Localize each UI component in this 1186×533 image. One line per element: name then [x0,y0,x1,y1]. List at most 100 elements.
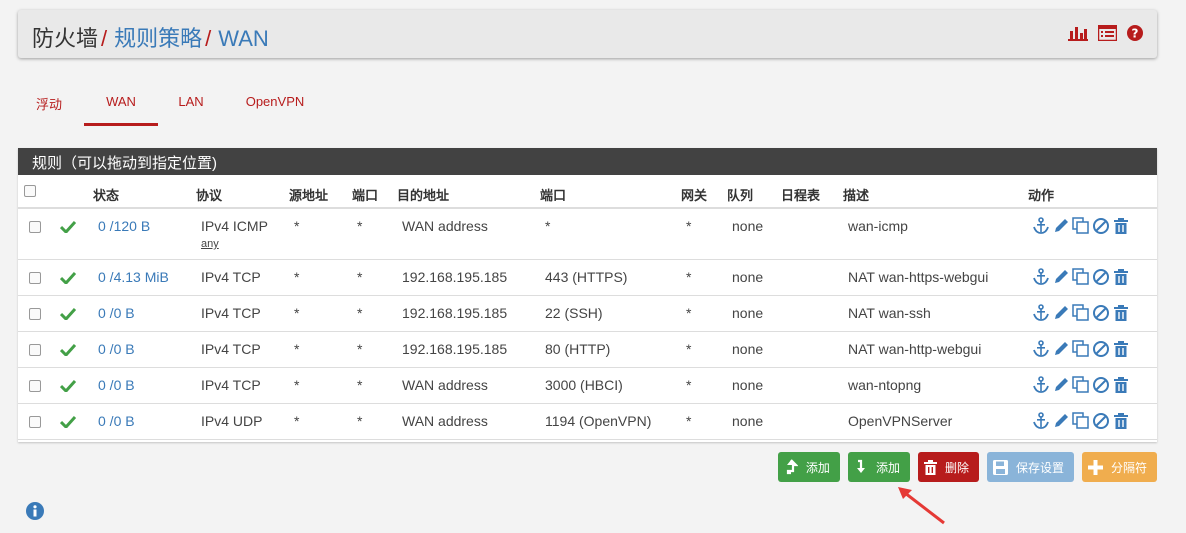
rule-source-port: * [357,413,363,429]
rule-source: * [294,269,300,285]
pass-check-icon[interactable] [60,307,76,320]
rule-states[interactable]: 0 /0 B [98,413,135,429]
breadcrumb-wan-link[interactable]: WAN [218,26,269,51]
anchor-icon[interactable] [1032,304,1050,322]
pencil-icon[interactable] [1052,412,1070,430]
copy-icon[interactable] [1072,412,1090,430]
help-circle-icon[interactable]: ? [1127,25,1143,41]
disable-icon[interactable] [1092,268,1110,286]
copy-icon[interactable] [1072,340,1090,358]
trash-icon[interactable] [1112,268,1130,286]
pass-check-icon[interactable] [60,271,76,284]
rule-source: * [294,218,300,234]
anchor-icon[interactable] [1032,340,1050,358]
trash-icon[interactable] [1112,340,1130,358]
disable-icon[interactable] [1092,340,1110,358]
rule-states[interactable]: 0 /4.13 MiB [98,269,169,285]
table-row[interactable]: 0 /0 B IPv4 UDP * * WAN address 1194 (OpenVPN… [18,404,1157,440]
table-row[interactable]: 0 /0 B IPv4 TCP * * 192.168.195.185 22 (SSH) *… [18,296,1157,332]
rule-states[interactable]: 0 /0 B [98,305,135,321]
rule-queue: none [732,413,764,429]
info-icon[interactable] [26,502,44,520]
bar-chart-icon[interactable] [1068,25,1088,41]
copy-icon[interactable] [1072,268,1090,286]
select-all-checkbox[interactable] [24,185,36,197]
tab-openvpn[interactable]: OpenVPN [224,86,326,126]
pencil-icon[interactable] [1052,268,1070,286]
pencil-icon[interactable] [1052,217,1070,235]
anchor-icon[interactable] [1032,376,1050,394]
pass-check-icon[interactable] [60,220,76,233]
rule-destination: WAN address [402,377,488,393]
arrow-down-icon [856,459,865,473]
row-select-checkbox[interactable] [29,272,41,284]
pencil-icon[interactable] [1052,376,1070,394]
table-row[interactable]: 0 /120 B IPv4 ICMP * * WAN address * * none wan-… [18,209,1157,260]
rule-states[interactable]: 0 /120 B [98,218,150,234]
pass-check-icon[interactable] [60,415,76,428]
floppy-disk-icon [992,459,1008,475]
delete-button[interactable]: 删除 [917,452,979,482]
copy-icon[interactable] [1072,217,1090,235]
add-rule-bottom-button[interactable]: 添加 [847,452,910,482]
pencil-icon[interactable] [1052,304,1070,322]
table-row[interactable]: 0 /0 B IPv4 TCP * * WAN address 3000 (HBCI) * n… [18,368,1157,404]
add-separator-button[interactable]: 分隔符 [1081,452,1157,482]
row-actions [1032,376,1130,394]
rule-protocol: IPv4 TCP [201,305,261,321]
save-button[interactable]: 保存设置 [986,452,1074,482]
row-select-checkbox[interactable] [29,221,41,233]
disable-icon[interactable] [1092,217,1110,235]
rule-gateway: * [686,341,692,357]
row-select-checkbox[interactable] [29,416,41,428]
trash-icon[interactable] [1112,304,1130,322]
rule-gateway: * [686,305,692,321]
list-table-icon[interactable] [1098,25,1117,41]
tab-wan[interactable]: WAN [84,86,158,126]
rule-protocol: IPv4 TCP [201,269,261,285]
anchor-icon[interactable] [1032,412,1050,430]
row-select-checkbox[interactable] [29,380,41,392]
row-actions [1032,340,1130,358]
anchor-icon[interactable] [1032,217,1050,235]
rule-description: wan-ntopng [848,377,922,393]
rule-states[interactable]: 0 /0 B [98,377,135,393]
table-header: 状态 协议 源地址 端口 目的地址 端口 网关 队列 日程表 描述 动作 [18,175,1157,209]
delete-label: 删除 [944,460,969,475]
rule-protocol: IPv4 ICMP [201,218,268,234]
copy-icon[interactable] [1072,376,1090,394]
disable-icon[interactable] [1092,376,1110,394]
rule-protocol: IPv4 UDP [201,413,263,429]
rule-queue: none [732,269,764,285]
arrow-up-icon [786,459,798,475]
rule-states[interactable]: 0 /0 B [98,341,135,357]
tab-floating[interactable]: 浮动 [18,86,80,126]
pass-check-icon[interactable] [60,343,76,356]
table-row[interactable]: 0 /4.13 MiB IPv4 TCP * * 192.168.195.185 443 … [18,260,1157,296]
trash-icon[interactable] [1112,376,1130,394]
rule-gateway: * [686,269,692,285]
rule-destination-port: * [545,218,551,234]
row-actions [1032,304,1130,322]
add-rule-top-button[interactable]: 添加 [777,452,840,482]
row-select-checkbox[interactable] [29,344,41,356]
pass-check-icon[interactable] [60,379,76,392]
breadcrumb-rules-link[interactable]: 规则策略 [114,26,202,51]
trash-icon[interactable] [1112,217,1130,235]
row-actions [1032,268,1130,286]
disable-icon[interactable] [1092,304,1110,322]
col-destination-port: 端口 [540,188,567,203]
rule-source-port: * [357,269,363,285]
breadcrumb: 防火墙 / 规则策略 / WAN [32,21,269,53]
rule-protocol-sub[interactable]: any [201,238,219,250]
pencil-icon[interactable] [1052,340,1070,358]
copy-icon[interactable] [1072,304,1090,322]
row-select-checkbox[interactable] [29,308,41,320]
trash-icon[interactable] [1112,412,1130,430]
panel-title: 规则（可以拖动到指定位置) [18,148,1157,175]
anchor-icon[interactable] [1032,268,1050,286]
rule-source-port: * [357,341,363,357]
tab-lan[interactable]: LAN [158,86,224,126]
disable-icon[interactable] [1092,412,1110,430]
table-row[interactable]: 0 /0 B IPv4 TCP * * 192.168.195.185 80 (HTTP)… [18,332,1157,368]
